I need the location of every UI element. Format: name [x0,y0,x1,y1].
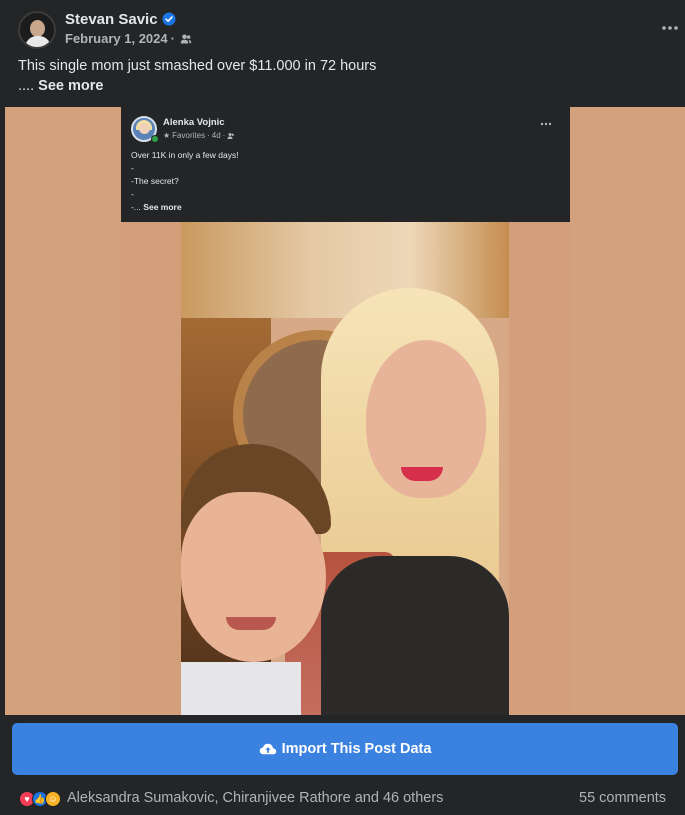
post-text: This single mom just smashed over $11.00… [18,56,376,96]
comment-count[interactable]: 55 comments [579,790,666,806]
embedded-more-icon [540,122,552,126]
online-status-dot [151,135,159,143]
embedded-text-line: -The secret? [131,176,179,186]
post-header: Stevan Savic February 1, 2024 · [0,0,685,56]
selfie-photo [181,222,509,715]
embedded-meta-time: 4d [211,131,221,140]
meta-separator: · [170,31,175,46]
post-media[interactable]: Alenka Vojnic ★ Favorites · 4d · Over 11… [5,107,685,715]
embedded-see-more: See more [143,202,182,212]
post-meta: February 1, 2024 · [65,31,192,46]
embedded-post-screenshot: Alenka Vojnic ★ Favorites · 4d · Over 11… [121,107,570,222]
reaction-icons[interactable]: ♥ 👍 ☺ [19,789,61,809]
media-padding-right [570,107,685,715]
embedded-meta-separator: · [207,131,210,140]
embedded-text-line: - [131,163,134,173]
more-options-icon[interactable] [660,19,680,37]
embedded-audience-icon [227,132,235,139]
embedded-author-name: Alenka Vojnic [163,117,225,128]
embedded-post-meta: ★ Favorites · 4d · [163,131,235,140]
post-text-line: This single mom just smashed over $11.00… [18,58,377,74]
see-more-link[interactable]: See more [38,78,103,94]
embedded-meta-separator-2: · [222,131,226,140]
import-button-label: Import This Post Data [281,741,432,757]
favorites-star-icon: ★ [163,131,171,140]
verified-badge-icon [162,12,176,26]
embedded-text-line: - [131,189,134,199]
care-icon: ☺ [45,791,61,807]
friends-audience-icon[interactable] [180,33,192,45]
reaction-names[interactable]: Aleksandra Sumakovic, Chiranjivee Rathor… [67,790,443,806]
post-date[interactable]: February 1, 2024 [65,31,168,46]
cloud-upload-icon [259,743,276,755]
embedded-text-line: Over 11K in only a few days! [131,150,239,160]
post-text-ellipsis: .... [18,78,35,94]
author-avatar[interactable] [18,11,56,49]
author-name[interactable]: Stevan Savic [65,11,158,28]
embedded-meta-label: Favorites [172,131,206,140]
embedded-post-text: Over 11K in only a few days! - -The secr… [131,149,239,214]
embedded-text-prefix: -... [131,202,141,212]
media-padding-left [5,107,121,715]
import-post-data-button[interactable]: Import This Post Data [12,723,678,775]
